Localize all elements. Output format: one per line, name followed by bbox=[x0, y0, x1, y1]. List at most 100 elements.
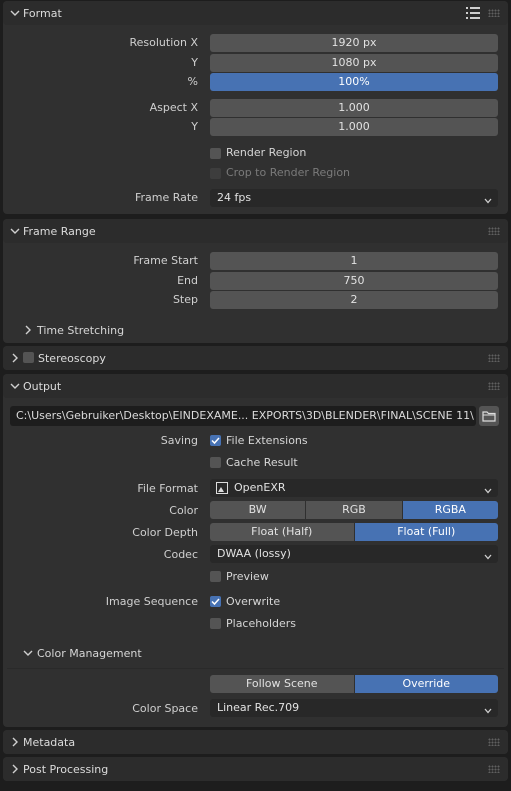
chevron-down-icon bbox=[484, 549, 492, 567]
metadata-title: Metadata bbox=[23, 736, 76, 749]
frame-range-header[interactable]: Frame Range bbox=[3, 219, 508, 243]
resolution-x-field[interactable]: 1920 px bbox=[210, 34, 498, 52]
frame-range-title: Frame Range bbox=[23, 225, 96, 238]
color-bw-option[interactable]: BW bbox=[210, 501, 307, 519]
metadata-header[interactable]: Metadata bbox=[3, 730, 508, 754]
color-space-value: Linear Rec.709 bbox=[217, 701, 300, 714]
drag-grip-icon[interactable] bbox=[488, 227, 500, 235]
stereoscopy-checkbox[interactable] bbox=[23, 352, 34, 363]
drag-grip-icon[interactable] bbox=[488, 9, 500, 17]
frame-step-label: Step bbox=[172, 293, 198, 306]
chevron-right-icon bbox=[9, 352, 21, 364]
resolution-percent-slider[interactable]: 100% bbox=[210, 73, 498, 91]
color-mode-selector: BW RGB RGBA bbox=[210, 501, 498, 519]
checkmark-icon bbox=[211, 437, 220, 445]
preview-checkbox[interactable] bbox=[210, 571, 221, 582]
stereoscopy-title: Stereoscopy bbox=[38, 352, 106, 365]
frame-start-field[interactable]: 1 bbox=[210, 252, 498, 270]
codec-dropdown[interactable]: DWAA (lossy) bbox=[210, 545, 498, 563]
drag-grip-icon[interactable] bbox=[488, 738, 500, 746]
placeholders-label: Placeholders bbox=[226, 617, 297, 630]
frame-rate-value: 24 fps bbox=[217, 191, 252, 204]
follow-scene-option[interactable]: Follow Scene bbox=[210, 675, 355, 693]
resolution-y-field[interactable]: 1080 px bbox=[210, 54, 498, 72]
frame-rate-dropdown[interactable]: 24 fps bbox=[210, 189, 498, 207]
color-depth-label: Color Depth bbox=[132, 526, 198, 539]
list-icon[interactable] bbox=[466, 6, 480, 20]
overwrite-label: Overwrite bbox=[226, 595, 281, 608]
output-header[interactable]: Output bbox=[3, 374, 508, 398]
cache-result-checkbox[interactable] bbox=[210, 457, 221, 468]
resolution-x-label: Resolution X bbox=[129, 36, 198, 49]
divider bbox=[7, 668, 504, 669]
output-panel: Output C:\Users\Gebruiker\Desktop\EINDEX… bbox=[3, 374, 508, 727]
post-processing-title: Post Processing bbox=[23, 763, 109, 776]
chevron-down-icon bbox=[9, 225, 21, 237]
color-management-selector: Follow Scene Override bbox=[210, 675, 498, 693]
color-management-title: Color Management bbox=[37, 647, 142, 660]
format-panel: Format Resolution X 1920 px Y 1080 px % … bbox=[3, 1, 508, 214]
metadata-panel: Metadata bbox=[3, 730, 508, 754]
time-stretching-subpanel[interactable]: Time Stretching bbox=[21, 323, 491, 339]
file-format-label: File Format bbox=[137, 482, 198, 495]
stereoscopy-header[interactable]: Stereoscopy bbox=[3, 346, 508, 370]
format-panel-header[interactable]: Format bbox=[3, 1, 508, 25]
checkmark-icon bbox=[211, 598, 220, 606]
float-full-option[interactable]: Float (Full) bbox=[354, 523, 498, 541]
crop-region-checkbox[interactable] bbox=[210, 168, 221, 179]
file-format-dropdown[interactable]: OpenEXR bbox=[210, 479, 498, 497]
frame-range-panel: Frame Range Frame Start 1 End 750 Step 2… bbox=[3, 219, 508, 343]
color-space-dropdown[interactable]: Linear Rec.709 bbox=[210, 699, 498, 717]
color-label: Color bbox=[169, 504, 198, 517]
time-stretching-title: Time Stretching bbox=[37, 324, 125, 337]
file-extensions-checkbox[interactable] bbox=[210, 435, 221, 446]
post-processing-header[interactable]: Post Processing bbox=[3, 757, 508, 781]
frame-rate-label: Frame Rate bbox=[135, 191, 198, 204]
chevron-down-icon bbox=[9, 7, 21, 19]
drag-grip-icon[interactable] bbox=[488, 382, 500, 390]
stereoscopy-panel: Stereoscopy bbox=[3, 346, 508, 370]
resolution-percent-label: % bbox=[187, 75, 198, 88]
chevron-right-icon bbox=[9, 736, 21, 748]
chevron-down-icon bbox=[23, 648, 33, 661]
color-rgb-option[interactable]: RGB bbox=[306, 501, 403, 519]
override-option[interactable]: Override bbox=[354, 675, 498, 693]
color-space-label: Color Space bbox=[132, 702, 198, 715]
chevron-down-icon bbox=[484, 193, 492, 211]
frame-start-label: Frame Start bbox=[133, 254, 198, 267]
codec-value: DWAA (lossy) bbox=[217, 547, 291, 560]
chevron-right-icon bbox=[23, 325, 33, 338]
render-region-label: Render Region bbox=[226, 146, 307, 159]
saving-label: Saving bbox=[160, 434, 198, 447]
placeholders-checkbox[interactable] bbox=[210, 618, 221, 629]
preview-label: Preview bbox=[226, 570, 269, 583]
chevron-right-icon bbox=[9, 763, 21, 775]
overwrite-checkbox[interactable] bbox=[210, 596, 221, 607]
color-management-subpanel[interactable]: Color Management bbox=[21, 646, 491, 662]
resolution-y-label: Y bbox=[191, 56, 198, 69]
output-title: Output bbox=[23, 380, 62, 393]
aspect-x-label: Aspect X bbox=[149, 101, 198, 114]
frame-end-field[interactable]: 750 bbox=[210, 272, 498, 290]
codec-label: Codec bbox=[163, 548, 198, 561]
drag-grip-icon[interactable] bbox=[488, 765, 500, 773]
aspect-y-field[interactable]: 1.000 bbox=[210, 118, 498, 136]
color-rgba-option[interactable]: RGBA bbox=[402, 501, 498, 519]
cache-result-label: Cache Result bbox=[226, 456, 298, 469]
chevron-down-icon bbox=[484, 483, 492, 501]
folder-icon[interactable] bbox=[479, 406, 499, 426]
frame-step-field[interactable]: 2 bbox=[210, 291, 498, 309]
file-format-value: OpenEXR bbox=[234, 481, 286, 494]
post-processing-panel: Post Processing bbox=[3, 757, 508, 781]
crop-region-label: Crop to Render Region bbox=[226, 166, 351, 179]
aspect-x-field[interactable]: 1.000 bbox=[210, 99, 498, 117]
chevron-down-icon bbox=[9, 380, 21, 392]
image-file-icon bbox=[216, 482, 228, 500]
format-panel-title: Format bbox=[23, 7, 62, 20]
file-extensions-label: File Extensions bbox=[226, 434, 308, 447]
output-path-field[interactable]: C:\Users\Gebruiker\Desktop\EINDEXAME... … bbox=[10, 406, 476, 426]
render-region-checkbox[interactable] bbox=[210, 148, 221, 159]
drag-grip-icon[interactable] bbox=[488, 354, 500, 362]
float-half-option[interactable]: Float (Half) bbox=[210, 523, 355, 541]
chevron-down-icon bbox=[484, 703, 492, 721]
